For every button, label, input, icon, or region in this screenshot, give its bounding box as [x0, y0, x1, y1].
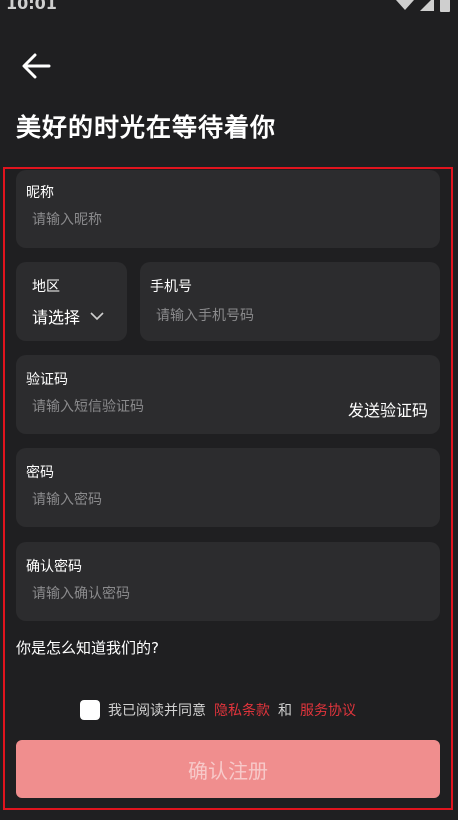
submit-register-button[interactable]: 确认注册: [16, 740, 440, 798]
nickname-input[interactable]: [32, 208, 422, 232]
battery-icon: [440, 0, 450, 12]
arrow-left-icon: [22, 53, 51, 79]
region-field[interactable]: 地区 请选择: [16, 262, 127, 341]
referral-question[interactable]: 你是怎么知道我们的?: [16, 637, 159, 658]
send-code-button[interactable]: 发送验证码: [348, 397, 428, 421]
nickname-field: 昵称: [16, 170, 440, 248]
register-screen: 10:01 美好的时光在等待着你 昵称 地区 请选择: [0, 0, 458, 820]
status-icons: [396, 0, 450, 12]
confirm-password-label: 确认密码: [26, 559, 82, 575]
region-label: 地区: [32, 279, 60, 295]
agreement-row: 我已阅读并同意 隐私条款 和 服务协议: [80, 700, 356, 720]
page-title: 美好的时光在等待着你: [16, 113, 277, 142]
signal-icon: [420, 0, 434, 11]
agree-checkbox[interactable]: [80, 700, 100, 720]
agree-prefix: 我已阅读并同意: [108, 703, 206, 719]
phone-input[interactable]: [156, 304, 426, 328]
phone-field: 手机号: [140, 262, 440, 341]
agree-and: 和: [278, 703, 292, 719]
service-link[interactable]: 服务协议: [300, 700, 356, 720]
password-field: 密码: [16, 448, 440, 527]
confirm-password-input[interactable]: [32, 582, 422, 606]
status-time: 10:01: [6, 0, 57, 13]
status-bar: 10:01: [0, 0, 458, 22]
chevron-down-icon: [90, 311, 104, 320]
phone-label: 手机号: [150, 279, 192, 295]
code-field: 验证码 发送验证码: [16, 355, 440, 434]
password-label: 密码: [26, 465, 54, 481]
wifi-icon: [396, 0, 414, 10]
back-button[interactable]: [18, 48, 54, 84]
region-select[interactable]: 请选择: [32, 304, 104, 328]
confirm-password-field: 确认密码: [16, 542, 440, 621]
privacy-link[interactable]: 隐私条款: [214, 700, 270, 720]
region-value: 请选择: [32, 308, 81, 327]
code-label: 验证码: [26, 372, 68, 388]
password-input[interactable]: [32, 488, 422, 512]
nickname-label: 昵称: [26, 185, 54, 201]
code-input[interactable]: [32, 395, 322, 419]
